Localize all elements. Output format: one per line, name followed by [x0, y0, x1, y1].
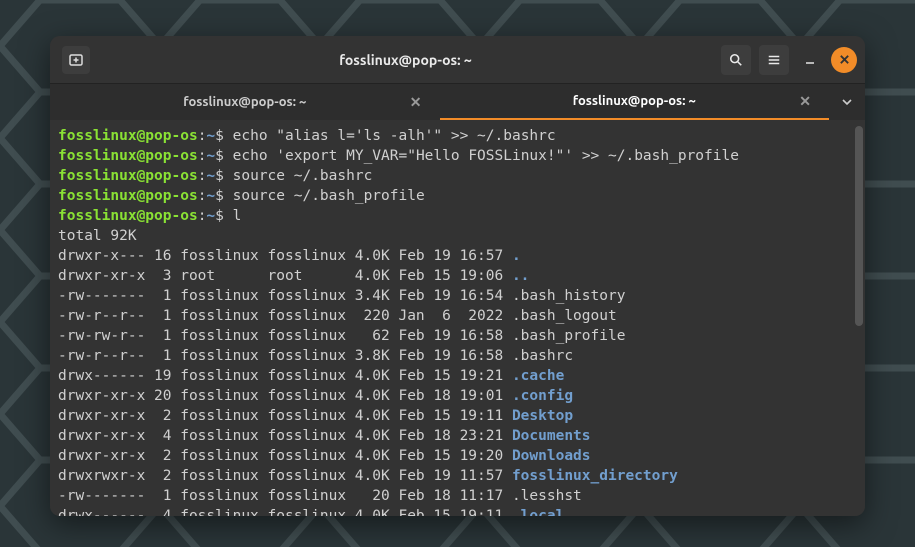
close-icon	[839, 54, 850, 65]
tab-close-button[interactable]: ✕	[410, 94, 422, 111]
tab-close-button[interactable]: ✕	[799, 93, 811, 110]
terminal-window: fosslinux@pop-os: ~ fosslinux@pop-os: ~ …	[50, 36, 865, 516]
new-tab-icon	[68, 52, 84, 68]
tab-label: fosslinux@pop-os: ~	[183, 95, 306, 109]
tab-label: fosslinux@pop-os: ~	[573, 94, 696, 108]
tab-bar: fosslinux@pop-os: ~ ✕ fosslinux@pop-os: …	[50, 84, 865, 120]
search-button[interactable]	[721, 45, 751, 75]
terminal-viewport[interactable]: fosslinux@pop-os:~$ echo "alias l='ls -a…	[50, 120, 865, 516]
hamburger-icon	[767, 53, 781, 67]
close-button[interactable]	[831, 47, 857, 73]
new-tab-button[interactable]	[62, 46, 90, 74]
window-title: fosslinux@pop-os: ~	[90, 52, 721, 68]
tab-0[interactable]: fosslinux@pop-os: ~ ✕	[50, 84, 440, 120]
terminal-content: fosslinux@pop-os:~$ echo "alias l='ls -a…	[58, 126, 857, 516]
minimize-button[interactable]	[797, 47, 823, 73]
search-icon	[729, 53, 743, 67]
tab-1[interactable]: fosslinux@pop-os: ~ ✕	[440, 84, 830, 120]
tab-dropdown-button[interactable]	[829, 84, 865, 120]
chevron-down-icon	[842, 97, 852, 107]
menu-button[interactable]	[759, 45, 789, 75]
titlebar[interactable]: fosslinux@pop-os: ~	[50, 36, 865, 84]
minimize-icon	[804, 54, 816, 66]
scrollbar-thumb[interactable]	[855, 126, 863, 326]
